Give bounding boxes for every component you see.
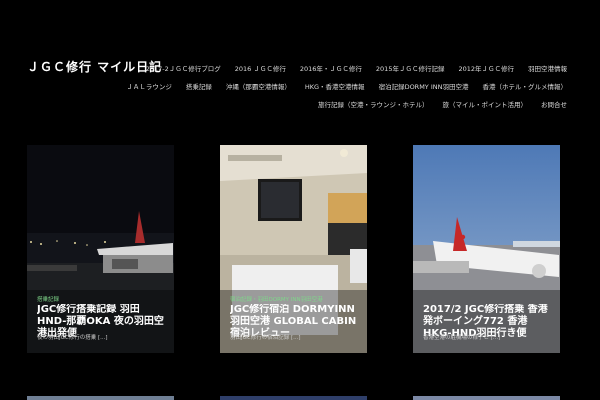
- nav-link[interactable]: 旅行記録（空港・ラウンジ・ホテル）: [318, 99, 429, 109]
- nav-link[interactable]: 2017-2ＪＧＣ修行ブログ: [146, 63, 221, 73]
- nav-link[interactable]: HKG・香港空港情報: [305, 81, 365, 91]
- post-card[interactable]: 宿泊記録・羽田DORMY INN羽田空港 JGC修行宿泊 DORMYINN羽田空…: [220, 145, 367, 353]
- nav-link[interactable]: 旅（マイル・ポイント活用）: [443, 99, 528, 109]
- nav-link[interactable]: お問合せ: [541, 99, 567, 109]
- post-card[interactable]: 2017/2 JGC修行搭乗 香港発ボーイング772 香港HKG-HND羽田行き…: [413, 145, 560, 353]
- nav-link[interactable]: 宿泊記録DORMY INN羽田空港: [379, 81, 469, 91]
- nav-link[interactable]: ＪＡＬラウンジ: [126, 81, 172, 91]
- nav-row-3: 旅行記録（空港・ラウンジ・ホテル） 旅（マイル・ポイント活用） お問合せ: [318, 99, 567, 109]
- nav-link[interactable]: 沖縄（那覇空港情報）: [226, 81, 291, 91]
- nav-link[interactable]: 搭乗記録: [186, 81, 212, 91]
- post-excerpt: 香港空港の駐機場の様子と [...]: [423, 335, 501, 341]
- nav-link[interactable]: 2015年ＪＧＣ修行記録: [376, 63, 445, 73]
- post-excerpt: 羽田JGC修行の宿泊記録 [...]: [230, 335, 301, 341]
- post-card[interactable]: 搭乗記録 JGC修行搭乗記録 羽田HND-那覇OKA 夜の羽田空港出発便 夜の羽…: [27, 145, 174, 353]
- site-title[interactable]: ＪＧＣ修行 マイル日記: [27, 58, 162, 75]
- post-excerpt: 夜の羽田JGC修行の搭乗 [...]: [37, 335, 108, 341]
- next-row-card-thumbnail[interactable]: [413, 396, 560, 400]
- nav-row-2: ＪＡＬラウンジ 搭乗記録 沖縄（那覇空港情報） HKG・香港空港情報 宿泊記録D…: [126, 81, 567, 91]
- nav-row-1: 2017-2ＪＧＣ修行ブログ 2016 ＪＧＣ修行 2016年・ＪＧＣ修行 20…: [146, 63, 567, 73]
- nav-link[interactable]: 香港（ホテル・グルメ情報）: [483, 81, 568, 91]
- next-row-card-thumbnail[interactable]: [220, 396, 367, 400]
- post-category[interactable]: 宿泊記録・羽田DORMY INN羽田空港: [230, 295, 323, 303]
- post-category[interactable]: 搭乗記録: [37, 295, 59, 303]
- nav-link[interactable]: 2016 ＪＧＣ修行: [235, 63, 286, 73]
- next-row-card-thumbnail[interactable]: [27, 396, 174, 400]
- nav-link[interactable]: 2016年・ＪＧＣ修行: [300, 63, 362, 73]
- nav-link[interactable]: 羽田空港情報: [528, 63, 567, 73]
- nav-link[interactable]: 2012年ＪＧＣ修行: [458, 63, 514, 73]
